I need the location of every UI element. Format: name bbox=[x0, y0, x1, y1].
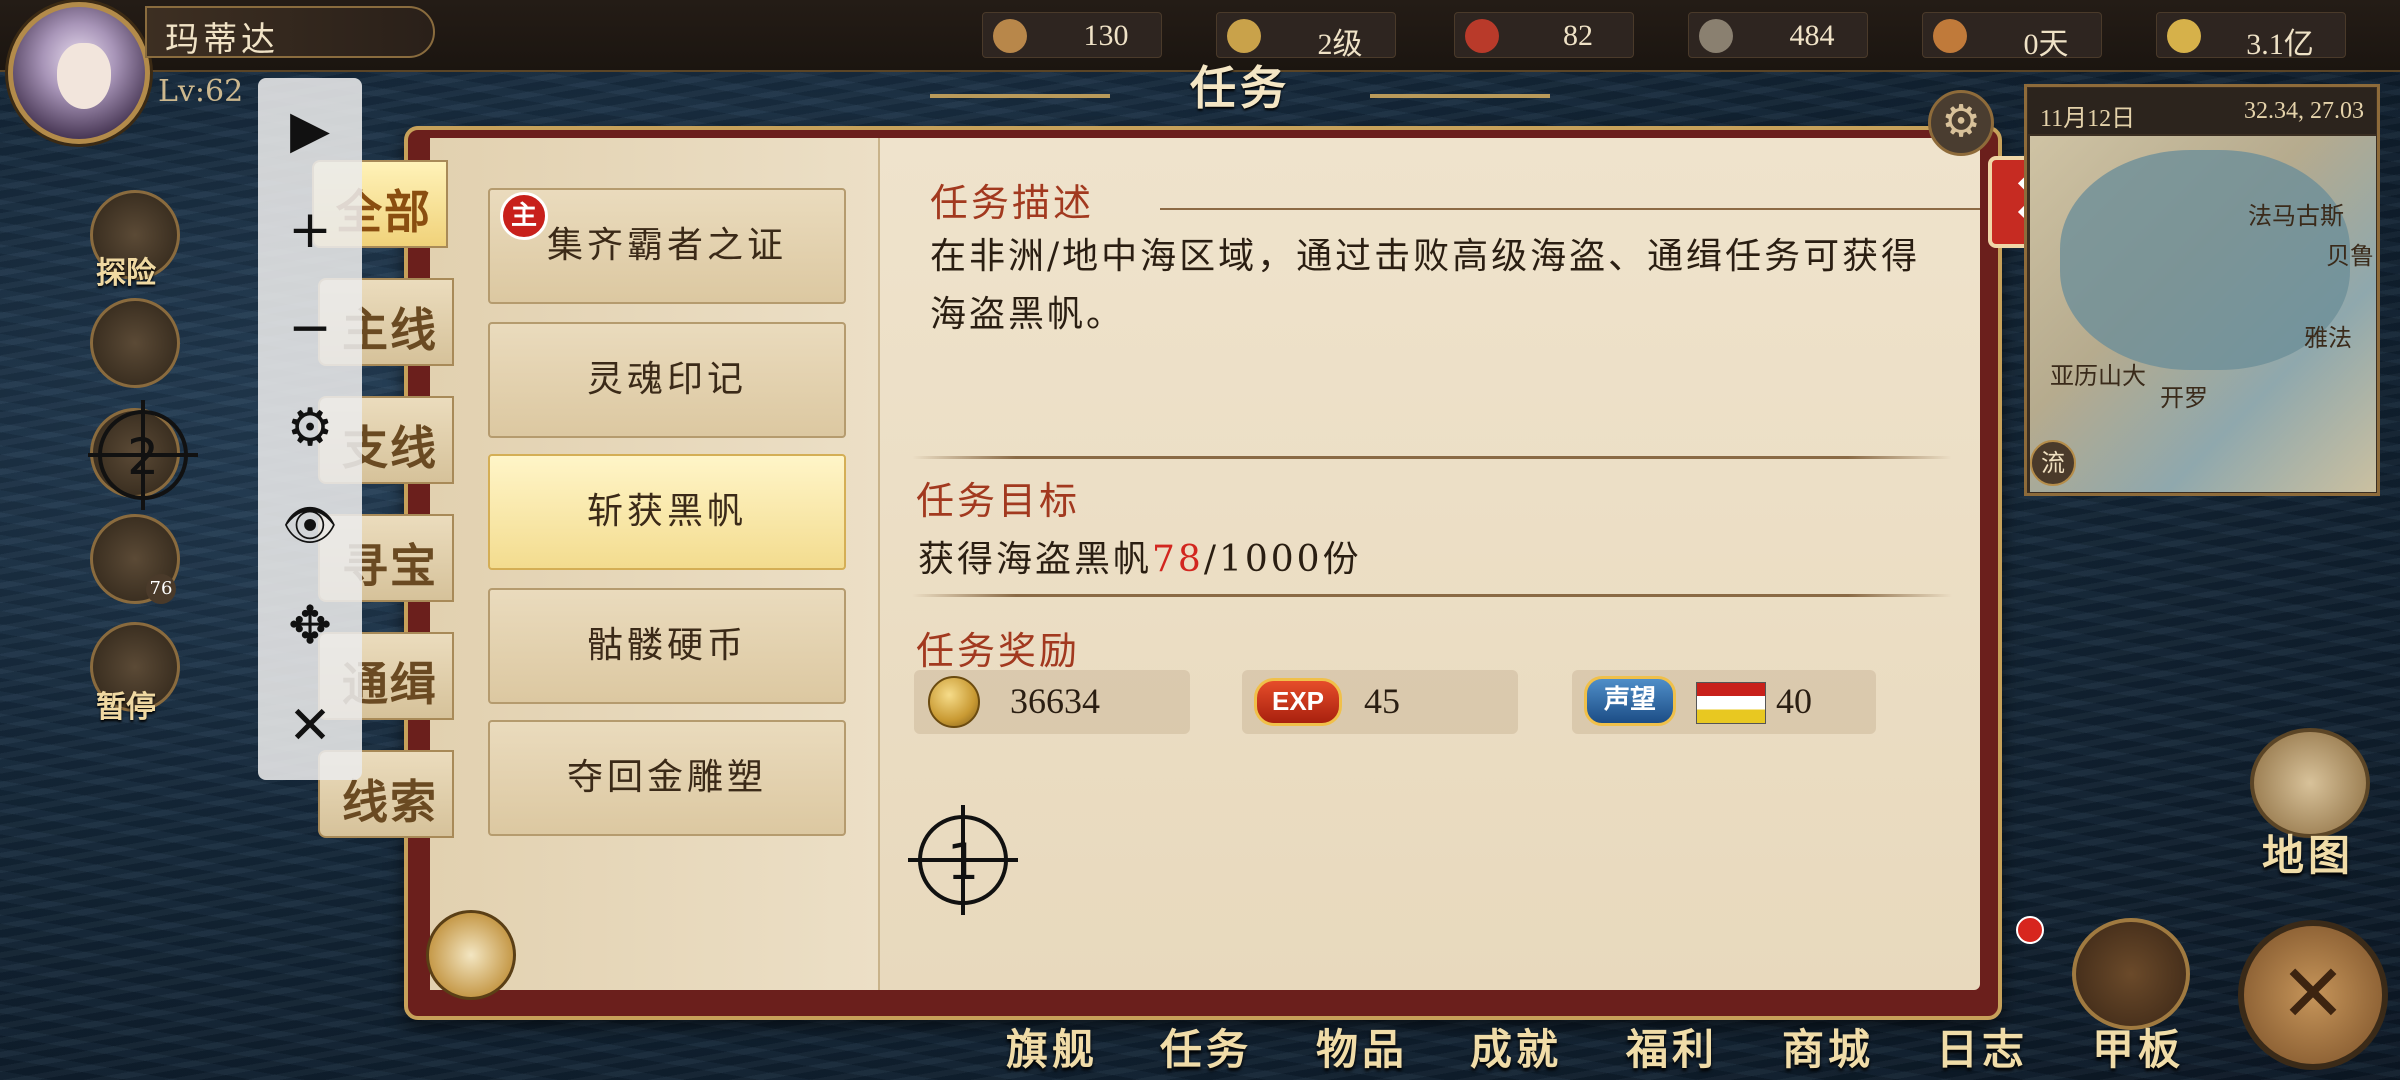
sailor-icon bbox=[1699, 19, 1733, 53]
crossed-swords-icon[interactable]: ✕ bbox=[2238, 920, 2388, 1070]
city-label: 法马古斯 bbox=[2248, 202, 2344, 230]
gold-coin-icon bbox=[2167, 19, 2201, 53]
resource-value: 130 bbox=[1083, 19, 1129, 52]
visibility-icon[interactable]: 👁 bbox=[270, 490, 350, 562]
marker-1[interactable]: 1 bbox=[908, 805, 1018, 915]
nav-achievements[interactable]: 成就 bbox=[1470, 1016, 1562, 1077]
zoom-out-icon[interactable]: − bbox=[270, 292, 350, 364]
nav-flagship[interactable]: 旗舰 bbox=[1006, 1016, 1098, 1077]
heading-rule bbox=[1160, 208, 1980, 210]
quest-item-2[interactable]: 灵魂印记 bbox=[488, 322, 846, 438]
move-icon[interactable]: ✥ bbox=[270, 590, 350, 662]
player-level: Lv:62 bbox=[158, 74, 244, 109]
city-label: 雅法 bbox=[2304, 324, 2352, 352]
player-panel[interactable]: 玛蒂达 Lv:62 bbox=[0, 0, 440, 144]
window-title: 任务 bbox=[1190, 61, 1290, 115]
ship-icon[interactable] bbox=[2072, 918, 2190, 1030]
description-heading: 任务描述 bbox=[930, 181, 1095, 225]
player-avatar[interactable] bbox=[8, 2, 150, 144]
marker-2[interactable]: 2 bbox=[88, 400, 198, 510]
avatar-face bbox=[57, 43, 111, 109]
crew-icon bbox=[1465, 19, 1499, 53]
goal-current: 78 bbox=[1152, 539, 1204, 580]
gear-icon[interactable]: ⚙ bbox=[1928, 90, 1994, 156]
quest-goal: 获得海盗黑帆78/1000份 bbox=[918, 530, 1362, 582]
goal-heading: 任务目标 bbox=[916, 479, 1081, 523]
nav-items[interactable]: 物品 bbox=[1316, 1016, 1408, 1077]
reward-gold-value: 36634 bbox=[1010, 681, 1100, 721]
city-label: 开罗 bbox=[2160, 384, 2208, 412]
rank-icon bbox=[1227, 19, 1261, 53]
close-toolbar-icon[interactable]: ✕ bbox=[270, 690, 350, 762]
play-icon[interactable]: ▶ bbox=[270, 94, 350, 166]
bread-icon bbox=[1933, 19, 1967, 53]
divider bbox=[912, 594, 1952, 597]
goal-text: 获得海盗黑帆 bbox=[918, 539, 1153, 580]
marker-number: 2 bbox=[127, 428, 159, 486]
explore-label: 探险 bbox=[96, 256, 156, 291]
resource-value: 2级 bbox=[1317, 28, 1363, 61]
hourglass-count: 76 bbox=[146, 574, 176, 604]
resource-value: 3.1亿 bbox=[2246, 28, 2314, 61]
exp-icon: EXP bbox=[1254, 678, 1342, 726]
notification-dot bbox=[2016, 916, 2044, 944]
resource-value: 82 bbox=[1563, 19, 1593, 52]
gold-coin-icon bbox=[928, 676, 980, 728]
nation-flag-icon bbox=[1696, 682, 1766, 724]
minimap-header: 11月12日 32.34, 27.03 bbox=[2028, 88, 2376, 134]
resource-value: 484 bbox=[1789, 19, 1835, 52]
title-ornament-left bbox=[930, 94, 1110, 98]
nav-log[interactable]: 日志 bbox=[1936, 1016, 2028, 1077]
city-label: 贝鲁 bbox=[2326, 242, 2374, 270]
pause-label: 暂停 bbox=[96, 690, 156, 725]
reward-heading: 任务奖励 bbox=[916, 629, 1081, 673]
resource-rope[interactable]: 130 bbox=[982, 12, 1162, 58]
quest-item-3[interactable]: 斩获黑帆 bbox=[488, 454, 846, 570]
rope-icon bbox=[993, 19, 1027, 53]
player-name: 玛蒂达 bbox=[165, 20, 279, 60]
resource-value: 0天 bbox=[2023, 28, 2069, 61]
reward-reputation: 声望 40 bbox=[1572, 670, 1876, 734]
resource-gold[interactable]: 3.1亿 bbox=[2156, 12, 2346, 61]
quest-item-4[interactable]: 骷髅硬币 bbox=[488, 588, 846, 704]
divider bbox=[912, 456, 1952, 459]
reputation-icon: 声望 bbox=[1584, 676, 1676, 726]
stream-button[interactable]: 流 bbox=[2030, 440, 2076, 486]
resource-sailor[interactable]: 484 bbox=[1688, 12, 1868, 58]
nav-deck[interactable]: 甲板 bbox=[2092, 1016, 2184, 1077]
nav-benefits[interactable]: 福利 bbox=[1626, 1016, 1718, 1077]
quest-description: 在非洲/地中海区域，通过击败高级海盗、通缉任务可获得海盗黑帆。 bbox=[930, 236, 1921, 335]
game-date: 11月12日 bbox=[2040, 106, 2136, 132]
zoom-in-icon[interactable]: + bbox=[270, 194, 350, 266]
nav-shop[interactable]: 商城 bbox=[1782, 1016, 1874, 1077]
reward-exp: EXP 45 bbox=[1242, 670, 1518, 734]
reward-reputation-value: 40 bbox=[1776, 681, 1812, 721]
title-ornament-right bbox=[1370, 94, 1550, 98]
city-label: 亚历山大 bbox=[2050, 362, 2146, 390]
goal-total: /1000份 bbox=[1203, 539, 1362, 580]
resource-crew[interactable]: 82 bbox=[1454, 12, 1634, 58]
compass-icon[interactable] bbox=[426, 910, 516, 1000]
resource-food[interactable]: 0天 bbox=[1922, 12, 2102, 61]
marker-number: 1 bbox=[947, 833, 979, 891]
settings-icon[interactable]: ⚙ bbox=[270, 392, 350, 464]
map-button-label: 地图 bbox=[2262, 831, 2355, 880]
nav-quests[interactable]: 任务 bbox=[1160, 1016, 1252, 1077]
anchor-icon[interactable] bbox=[90, 298, 180, 388]
ship-coordinates: 32.34, 27.03 bbox=[2244, 98, 2364, 124]
reward-exp-value: 45 bbox=[1364, 681, 1400, 721]
main-quest-badge: 主 bbox=[500, 192, 548, 240]
quest-item-5[interactable]: 夺回金雕塑 bbox=[488, 720, 846, 836]
reward-gold: 36634 bbox=[914, 670, 1190, 734]
